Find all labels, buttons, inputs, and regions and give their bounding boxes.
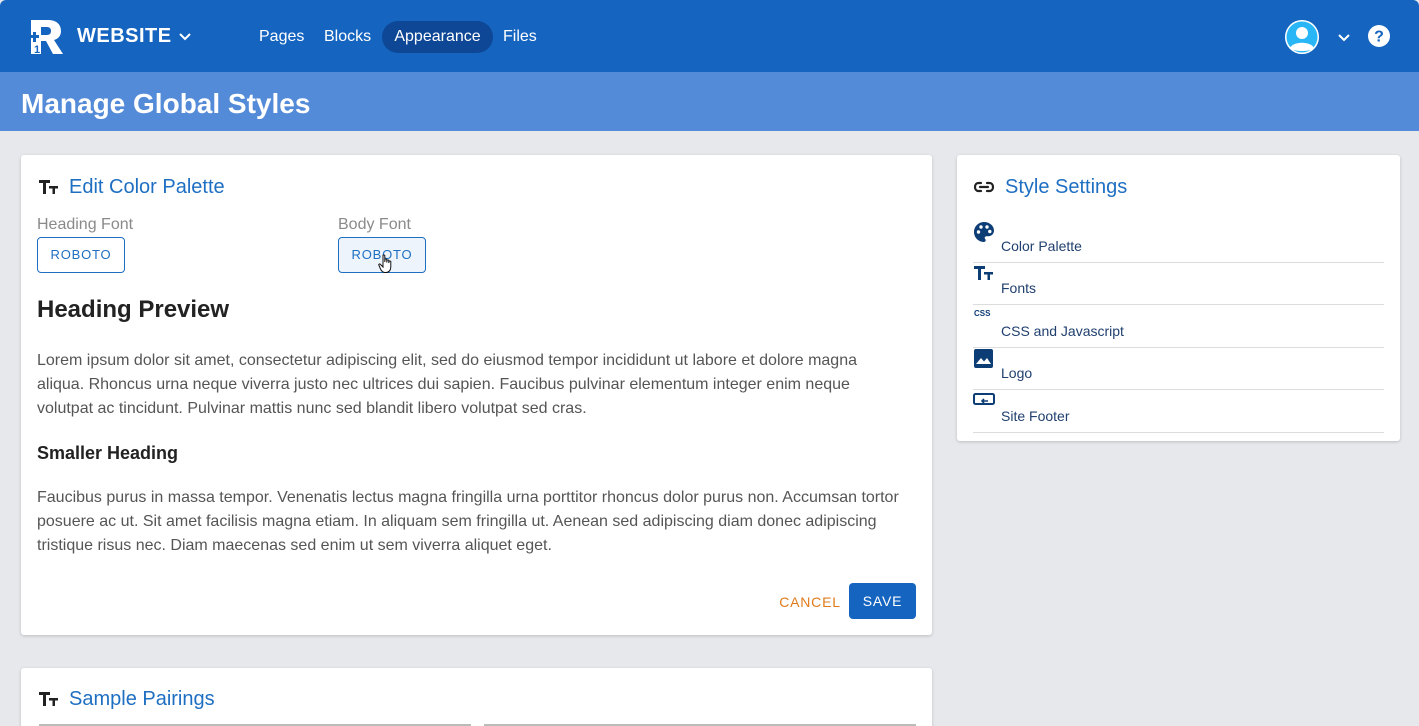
smaller-heading-preview: Smaller Heading — [37, 443, 179, 463]
card-title: Style Settings — [1005, 176, 1128, 198]
palette-icon — [974, 222, 994, 242]
site-name[interactable]: WEBSITE — [77, 25, 172, 48]
heading-font-label: Heading Font — [37, 216, 134, 233]
chevron-down-icon[interactable] — [178, 30, 192, 44]
top-navbar: 1 WEBSITE Pages Blocks Appearance Files … — [0, 0, 1419, 72]
footer-icon — [973, 393, 995, 405]
heading-font-button[interactable]: ROBOTO — [37, 237, 125, 273]
body-font-label: Body Font — [338, 216, 411, 233]
card-title: Edit Color Palette — [69, 176, 225, 198]
text-fields-icon — [39, 692, 58, 706]
preview-paragraph-1: Lorem ipsum dolor sit amet, consectetur … — [37, 352, 857, 417]
menu-item-label: Fonts — [1001, 280, 1037, 296]
css-icon: CSS — [974, 309, 991, 318]
nav-appearance[interactable]: Appearance — [382, 21, 493, 53]
menu-item-css-javascript[interactable]: CSS CSS and Javascript — [973, 306, 1384, 348]
menu-item-label: CSS and Javascript — [1001, 323, 1124, 339]
hand-cursor-icon — [378, 254, 392, 273]
svg-text:CSS: CSS — [974, 309, 991, 318]
svg-text:1: 1 — [34, 44, 40, 56]
menu-item-site-footer[interactable]: Site Footer — [973, 391, 1384, 433]
user-avatar-icon[interactable] — [1285, 20, 1319, 54]
menu-item-fonts[interactable]: Fonts — [973, 263, 1384, 305]
menu-item-label: Color Palette — [1001, 238, 1082, 254]
menu-item-label: Site Footer — [1001, 408, 1070, 424]
menu-item-label: Logo — [1001, 365, 1033, 381]
site-logo-icon[interactable]: 1 — [28, 18, 64, 56]
save-button[interactable]: SAVE — [849, 583, 916, 619]
edit-color-palette-card: Edit Color Palette Heading Font ROBOTO B… — [21, 155, 932, 635]
style-settings-card: Style Settings Color Palette Fonts CSS C… — [957, 155, 1400, 441]
page-title: Manage Global Styles — [21, 88, 311, 119]
nav-pages[interactable]: Pages — [247, 21, 316, 53]
sample-pairings-card: Sample Pairings — [21, 668, 932, 726]
help-icon[interactable]: ? — [1367, 24, 1391, 48]
preview-paragraph-2: Faucibus purus in massa tempor. Venenati… — [37, 489, 899, 554]
svg-text:?: ? — [1374, 29, 1384, 46]
nav-files[interactable]: Files — [491, 21, 549, 53]
menu-item-color-palette[interactable]: Color Palette — [973, 221, 1384, 263]
link-icon — [973, 181, 995, 193]
heading-preview: Heading Preview — [37, 296, 230, 323]
nav-blocks[interactable]: Blocks — [312, 21, 383, 53]
image-icon — [974, 349, 993, 368]
text-fields-icon — [39, 180, 58, 194]
page-title-bar: Manage Global Styles — [0, 72, 1419, 131]
cancel-button[interactable]: CANCEL — [773, 585, 847, 619]
card-title: Sample Pairings — [69, 688, 215, 710]
text-fields-icon — [974, 266, 993, 280]
user-menu-chevron-icon[interactable] — [1337, 30, 1351, 44]
menu-item-logo[interactable]: Logo — [973, 348, 1384, 390]
